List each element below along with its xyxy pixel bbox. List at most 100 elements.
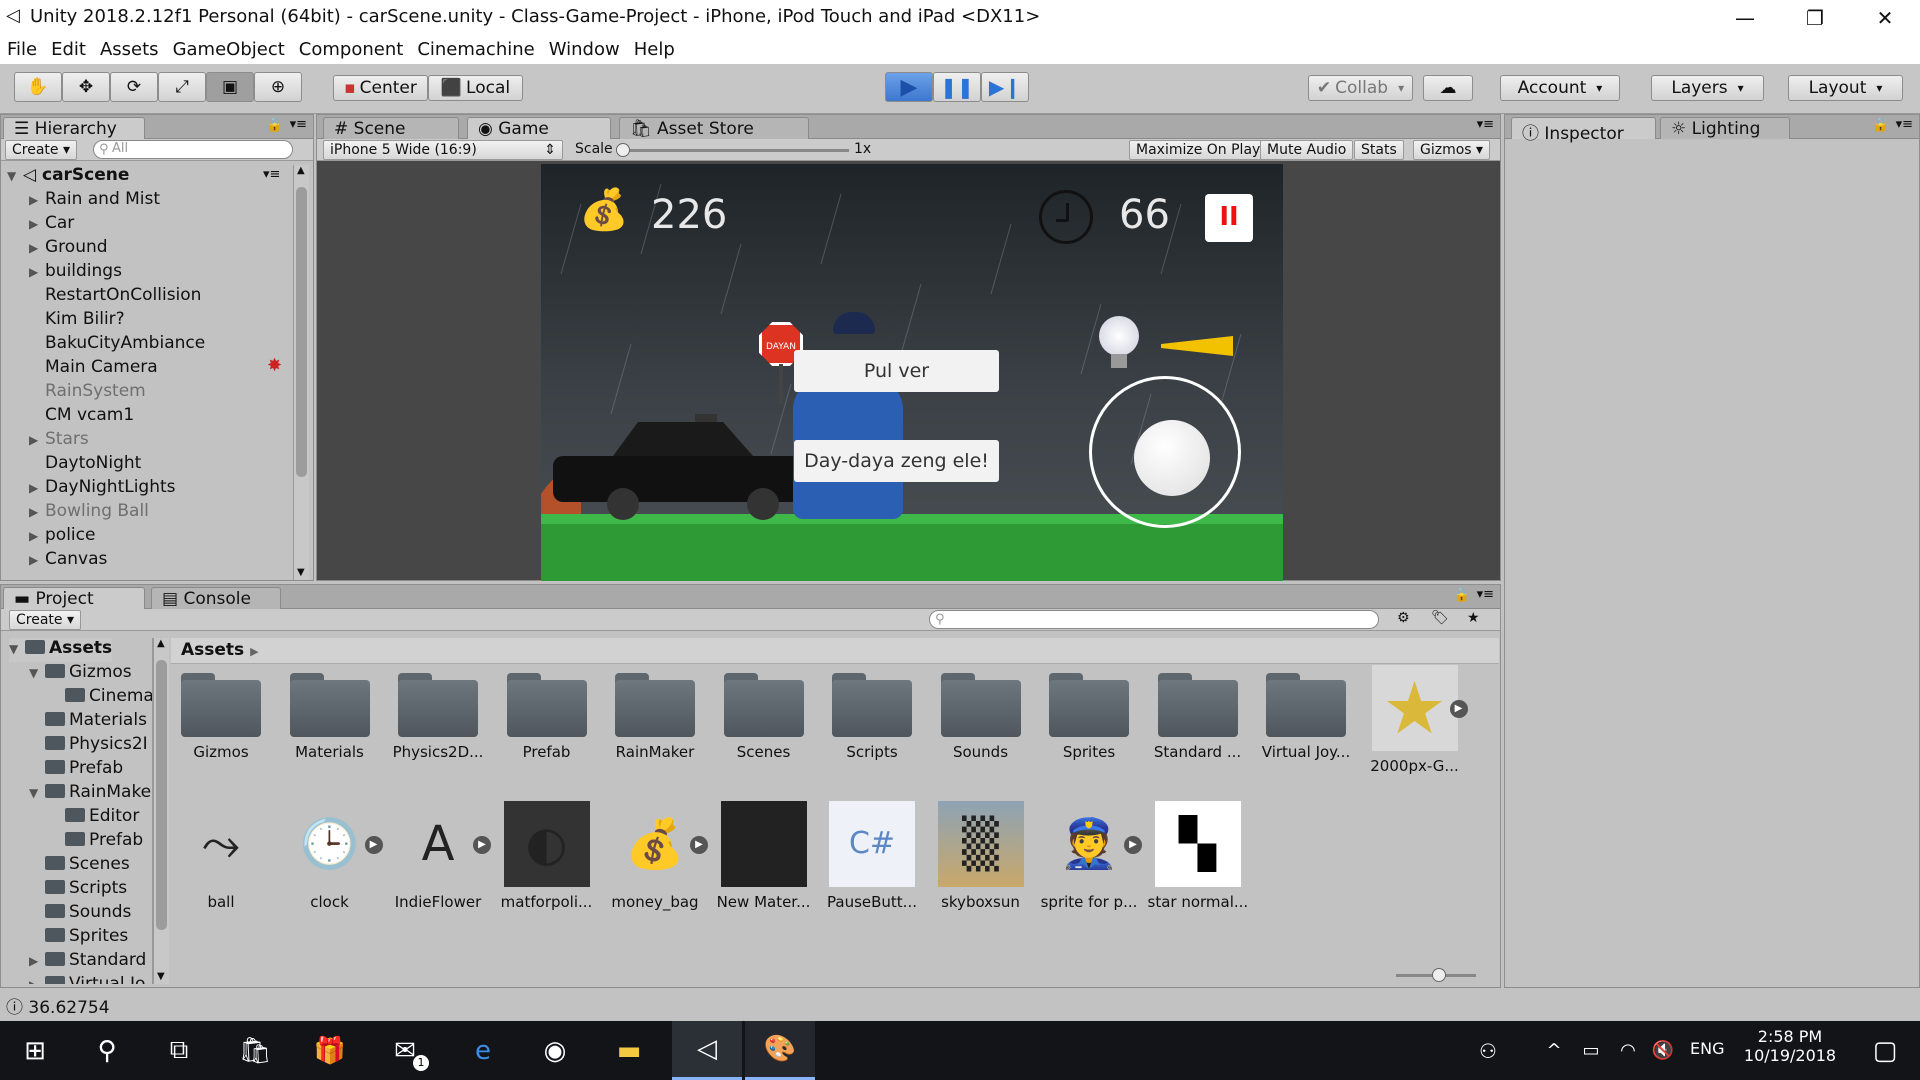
layout-dropdown[interactable]: Layout	[1788, 75, 1903, 101]
expand-arrow-icon[interactable]: ▶	[29, 217, 45, 231]
scene-menu-icon[interactable]: ▾≡	[263, 167, 280, 182]
asset-star-sprite[interactable]: ★ ▶ 2000px-G...	[1365, 665, 1468, 775]
hierarchy-scrollbar[interactable]: ▲ ▼	[293, 165, 309, 580]
expand-arrow-icon[interactable]: ▶	[29, 193, 45, 207]
favorite-star-icon[interactable]: ★	[1467, 610, 1480, 626]
asset-folder[interactable]: Virtual Joy...	[1256, 673, 1356, 761]
folder-tree-item[interactable]: ▶ Standard	[29, 950, 146, 974]
folder-tree-item[interactable]: ▼ Assets	[9, 638, 113, 662]
hand-tool-icon[interactable]: ✋	[14, 72, 62, 102]
chrome-icon[interactable]: ◉	[520, 1021, 590, 1080]
expand-arrow-icon[interactable]: ▶	[29, 241, 45, 255]
tree-scroll-down-icon[interactable]: ▼	[157, 971, 165, 982]
rect-tool-icon[interactable]: ▣	[206, 72, 254, 102]
hierarchy-item[interactable]: ▶ Stars	[29, 429, 89, 453]
unity-taskbar-icon[interactable]: ◁	[672, 1021, 742, 1080]
battery-icon[interactable]: ▭	[1573, 1021, 1609, 1080]
task-view-icon[interactable]: ⧉	[144, 1021, 214, 1080]
step-button[interactable]: ▶❙	[981, 72, 1029, 102]
folder-tree-item[interactable]: Scenes	[29, 854, 130, 878]
asset-folder[interactable]: Gizmos	[171, 673, 271, 761]
move-tool-icon[interactable]: ✥	[62, 72, 110, 102]
tree-arrow-icon[interactable]: ▼	[29, 666, 45, 680]
tree-arrow-icon[interactable]: ▶	[29, 954, 45, 968]
hierarchy-item[interactable]: RainSystem	[29, 381, 146, 405]
expand-arrow-icon[interactable]: ▶	[29, 481, 45, 495]
scroll-up-icon[interactable]: ▲	[297, 165, 305, 176]
restore-button[interactable]: ❐	[1780, 0, 1850, 36]
close-button[interactable]: ✕	[1850, 0, 1920, 36]
asset-folder[interactable]: Scripts	[822, 673, 922, 761]
tab-asset-store[interactable]: 🛍 Asset Store	[619, 117, 809, 139]
center-panel-menu-icon[interactable]: ▾≡	[1477, 117, 1494, 132]
hierarchy-create-button[interactable]: Create ▾	[5, 140, 78, 160]
joystick-knob[interactable]	[1134, 420, 1210, 496]
hierarchy-item[interactable]: ▶ Rain and Mist	[29, 189, 160, 213]
tree-scroll-up-icon[interactable]: ▲	[157, 638, 165, 649]
scale-tool-icon[interactable]: ⤢	[158, 72, 206, 102]
hierarchy-item[interactable]: ▶ Car	[29, 213, 74, 237]
folder-tree-item[interactable]: ▼ RainMake	[29, 782, 151, 806]
asset-folder[interactable]: RainMaker	[605, 673, 705, 761]
transform-tool-icon[interactable]: ⊕	[254, 72, 302, 102]
menu-gameobject[interactable]: GameObject	[166, 36, 292, 64]
mail-icon[interactable]: ✉ 1	[370, 1021, 440, 1080]
asset-folder[interactable]: Physics2D...	[388, 673, 488, 761]
expand-asset-icon[interactable]: ▶	[690, 836, 708, 854]
account-dropdown[interactable]: Account	[1500, 75, 1620, 101]
project-menu-icon[interactable]: ▾≡	[1477, 587, 1494, 602]
hierarchy-item[interactable]: RestartOnCollision	[29, 285, 201, 309]
folder-tree-item[interactable]: Sprites	[29, 926, 128, 950]
tree-arrow-icon[interactable]: ▼	[29, 786, 45, 800]
asset-item[interactable]: ⤳ ball	[171, 801, 271, 911]
folder-tree-item[interactable]: Materials	[29, 710, 147, 734]
edge-browser-icon[interactable]: e	[448, 1021, 518, 1080]
paint-taskbar-icon[interactable]: 🎨	[745, 1021, 815, 1080]
gift-icon[interactable]: 🎁	[295, 1021, 365, 1080]
game-viewport[interactable]: 💰 226 66 II DAYAN Pul ver Day-daya zeng …	[541, 164, 1283, 581]
asset-folder[interactable]: Prefab	[497, 673, 597, 761]
maximize-on-play-toggle[interactable]: Maximize On Play	[1129, 140, 1268, 160]
folder-tree-item[interactable]: ▼ Gizmos	[29, 662, 132, 686]
asset-item[interactable]: A ▶ IndieFlower	[388, 801, 491, 911]
minimize-button[interactable]: —	[1710, 0, 1780, 36]
asset-folder[interactable]: Sounds	[931, 673, 1031, 761]
people-icon[interactable]: ⚇	[1468, 1021, 1508, 1080]
folder-tree-item[interactable]: Sounds	[29, 902, 131, 926]
asset-item[interactable]: ◓ New Mater...	[714, 801, 814, 911]
menu-edit[interactable]: Edit	[44, 36, 93, 64]
expand-asset-icon[interactable]: ▶	[1124, 836, 1142, 854]
asset-folder[interactable]: Sprites	[1039, 673, 1139, 761]
lock-icon[interactable]: 🔒	[267, 118, 283, 133]
expand-arrow-icon[interactable]: ▶	[29, 553, 45, 567]
asset-folder[interactable]: Standard ...	[1148, 673, 1248, 761]
filter-type-icon[interactable]: ⚙	[1397, 610, 1410, 626]
asset-item[interactable]: C# PauseButt...	[822, 801, 922, 911]
asset-folder[interactable]: Materials	[280, 673, 380, 761]
tree-arrow-icon[interactable]: ▼	[9, 642, 25, 656]
scale-slider-track[interactable]	[619, 149, 849, 152]
cloud-button[interactable]: ☁	[1423, 75, 1473, 101]
hierarchy-item[interactable]: BakuCityAmbiance	[29, 333, 205, 357]
tree-arrow-icon[interactable]: ▶	[29, 978, 45, 984]
icon-size-thumb[interactable]	[1432, 968, 1446, 982]
hierarchy-item[interactable]: Kim Bilir?	[29, 309, 125, 333]
inspector-lock-icon[interactable]: 🔒	[1873, 118, 1889, 133]
menu-component[interactable]: Component	[292, 36, 411, 64]
project-search-input[interactable]: ⚲	[929, 610, 1379, 629]
language-indicator[interactable]: ENG	[1690, 1039, 1724, 1058]
menu-cinemachine[interactable]: Cinemachine	[410, 36, 541, 64]
tab-console[interactable]: ▤ Console	[151, 587, 281, 609]
expand-arrow-icon[interactable]: ▶	[29, 529, 45, 543]
hierarchy-item[interactable]: DaytoNight	[29, 453, 141, 477]
pivot-local-button[interactable]: ⬛ Local	[428, 75, 523, 101]
hierarchy-item[interactable]: ▶ Canvas	[29, 549, 107, 573]
inspector-menu-icon[interactable]: ▾≡	[1896, 117, 1913, 132]
asset-item[interactable]: 💰 ▶ money_bag	[605, 801, 708, 911]
tab-inspector[interactable]: ⓘ Inspector	[1511, 117, 1656, 144]
expand-asset-icon[interactable]: ▶	[364, 836, 383, 854]
expand-arrow-icon[interactable]: ▶	[29, 433, 45, 447]
call-friend-button[interactable]: Day-daya zeng ele!	[794, 440, 999, 482]
folder-tree-item[interactable]: Cinema	[49, 686, 152, 710]
scroll-down-icon[interactable]: ▼	[297, 567, 305, 578]
